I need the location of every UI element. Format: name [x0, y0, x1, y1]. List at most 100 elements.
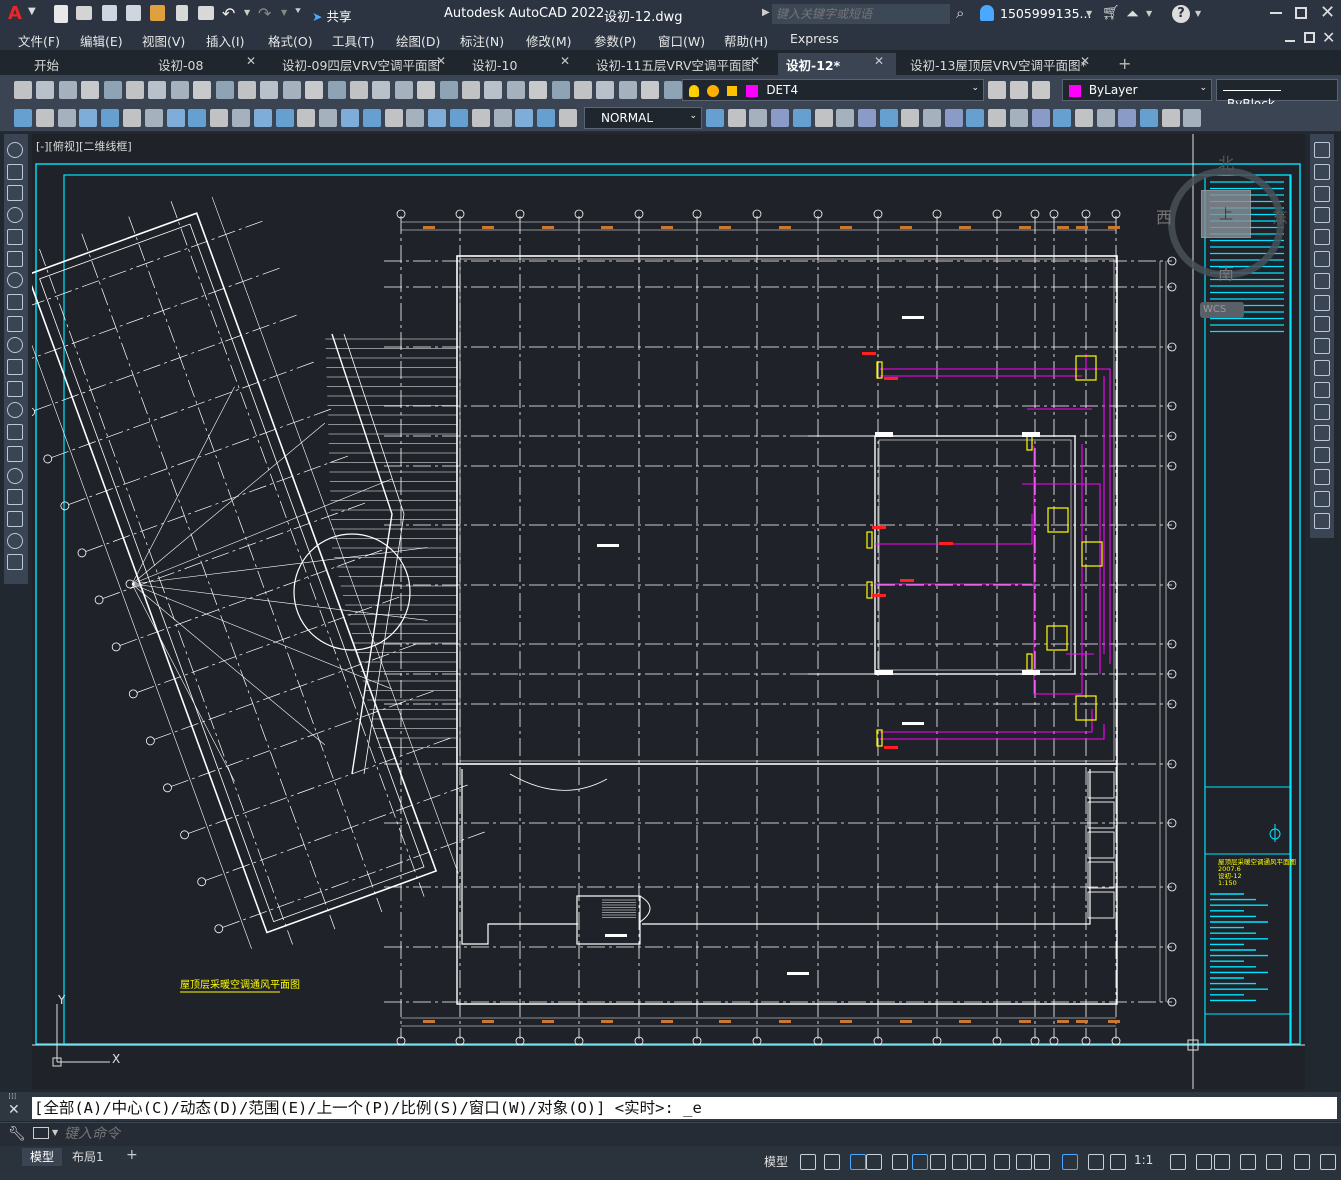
dim-tool-14-icon[interactable]: [319, 109, 338, 127]
undo-dropdown-icon[interactable]: ▼: [244, 8, 250, 17]
help-dropdown-icon[interactable]: ▼: [1195, 9, 1201, 18]
autocad-logo-icon[interactable]: A: [8, 4, 24, 24]
draw-tool-0-icon[interactable]: [7, 142, 23, 158]
draw-tool-7-icon[interactable]: [7, 293, 23, 310]
modify-side-tool-4-icon[interactable]: [1314, 229, 1330, 246]
close-tab-icon[interactable]: ✕: [246, 54, 256, 68]
modify-tool-9-icon[interactable]: [901, 109, 920, 127]
standard-tool-27-icon[interactable]: [618, 81, 637, 99]
modify-side-tool-2-icon[interactable]: [1314, 185, 1330, 202]
menu-item-9[interactable]: 参数(P): [594, 31, 636, 50]
modify-side-tool-12-icon[interactable]: [1314, 403, 1330, 420]
standard-tool-16-icon[interactable]: [372, 81, 391, 99]
layer-dropdown[interactable]: DET4 ⌄: [682, 79, 984, 101]
status-toggle-7-icon[interactable]: [952, 1154, 968, 1170]
modify-tool-19-icon[interactable]: [1118, 109, 1137, 127]
status-toggle-3-icon[interactable]: [866, 1154, 882, 1170]
new-file-icon[interactable]: [54, 5, 68, 23]
status-toggle-4-icon[interactable]: [892, 1154, 908, 1170]
modify-side-tool-9-icon[interactable]: [1314, 338, 1330, 355]
modify-tool-17-icon[interactable]: [1074, 109, 1093, 127]
customize-wrench-icon[interactable]: 🔧︎: [8, 1126, 26, 1142]
menu-item-2[interactable]: 视图(V): [142, 31, 185, 50]
status-toggle-5-icon[interactable]: [912, 1154, 928, 1170]
modify-side-tool-5-icon[interactable]: [1314, 251, 1330, 267]
status-toggle-0-icon[interactable]: [800, 1154, 816, 1170]
modify-side-tool-10-icon[interactable]: [1314, 360, 1330, 376]
standard-tool-12-icon[interactable]: [282, 81, 301, 99]
standard-tool-24-icon[interactable]: [551, 81, 570, 99]
model-space-button[interactable]: 模型: [764, 1153, 788, 1170]
standard-tool-15-icon[interactable]: [350, 81, 368, 99]
draw-tool-11-icon[interactable]: [7, 380, 23, 397]
modify-tool-18-icon[interactable]: [1096, 109, 1115, 127]
search-icon[interactable]: ⌕: [956, 4, 964, 22]
draw-tool-14-icon[interactable]: [7, 445, 23, 462]
autodesk-app-icon[interactable]: ⏶: [1126, 4, 1139, 24]
status-toggle-17-icon[interactable]: [1214, 1154, 1230, 1170]
search-expand-icon[interactable]: ▶: [762, 7, 770, 18]
dim-tool-2-icon[interactable]: [57, 109, 76, 127]
status-toggle-16-icon[interactable]: [1196, 1154, 1212, 1170]
command-prompt-icon[interactable]: [33, 1127, 49, 1139]
minimize-icon[interactable]: [1270, 12, 1282, 14]
modify-tool-3-icon[interactable]: [771, 109, 790, 127]
viewcube-top-face[interactable]: 上: [1201, 190, 1251, 238]
menu-item-3[interactable]: 插入(I): [206, 31, 244, 50]
draw-tool-19-icon[interactable]: [7, 554, 23, 571]
dim-tool-4-icon[interactable]: [101, 109, 120, 127]
draw-tool-1-icon[interactable]: [7, 163, 23, 180]
dim-tool-25-icon[interactable]: [559, 109, 577, 127]
dim-tool-20-icon[interactable]: [450, 109, 468, 127]
dim-tool-21-icon[interactable]: [471, 109, 490, 127]
viewcube-north[interactable]: 北: [1218, 150, 1234, 174]
dim-tool-18-icon[interactable]: [406, 109, 425, 127]
cad-drawing[interactable]: 屋顶层采暖空调通风平面图2007.6设初-121:150 Y X 屋顶层采暖空调…: [32, 134, 1305, 1089]
draw-tool-13-icon[interactable]: [7, 424, 23, 441]
dimstyle-dropdown[interactable]: NORMAL ⌄: [584, 107, 702, 129]
standard-tool-7-icon[interactable]: [170, 81, 189, 99]
status-toggle-1-icon[interactable]: [824, 1154, 840, 1170]
doc-minimize-icon[interactable]: [1285, 40, 1295, 42]
modify-tool-22-icon[interactable]: [1183, 109, 1202, 127]
menu-item-4[interactable]: 格式(O): [268, 31, 313, 50]
autodesk-app-dropdown-icon[interactable]: ▼: [1146, 9, 1152, 18]
dim-tool-22-icon[interactable]: [493, 109, 512, 127]
standard-tool-3-icon[interactable]: [81, 81, 100, 99]
user-icon[interactable]: [980, 5, 994, 21]
modify-side-tool-14-icon[interactable]: [1314, 447, 1330, 464]
layer-previous-icon[interactable]: [1010, 81, 1028, 99]
modify-side-tool-3-icon[interactable]: [1314, 207, 1330, 224]
status-toggle-8-icon[interactable]: [970, 1154, 986, 1170]
dim-tool-7-icon[interactable]: [166, 109, 185, 127]
standard-tool-19-icon[interactable]: [439, 81, 458, 99]
standard-tool-28-icon[interactable]: [641, 81, 660, 99]
dim-tool-0-icon[interactable]: [14, 109, 32, 127]
modify-side-tool-15-icon[interactable]: [1314, 469, 1330, 485]
status-toggle-2-icon[interactable]: [850, 1154, 866, 1170]
viewcube[interactable]: 上 北 南 西 东 WCS: [1156, 154, 1292, 350]
help-icon[interactable]: ?: [1172, 5, 1190, 23]
layout-tab-layout1[interactable]: 布局1: [72, 1148, 104, 1166]
cart-icon[interactable]: 🛒︎: [1102, 5, 1120, 21]
draw-tool-3-icon[interactable]: [7, 207, 23, 224]
modify-side-tool-0-icon[interactable]: [1314, 142, 1330, 158]
standard-tool-14-icon[interactable]: [327, 81, 346, 99]
file-tab-0[interactable]: 开始: [26, 53, 144, 75]
file-tab-2[interactable]: 设初-09四层VRV空调平面图: [274, 53, 458, 75]
draw-tool-2-icon[interactable]: [7, 185, 23, 202]
modify-tool-2-icon[interactable]: [749, 109, 768, 127]
standard-tool-29-icon[interactable]: [663, 81, 682, 99]
modify-side-tool-6-icon[interactable]: [1314, 272, 1330, 289]
dim-tool-10-icon[interactable]: [232, 109, 250, 127]
file-tab-4[interactable]: 设初-11五层VRV空调平面图: [588, 53, 772, 75]
modify-side-tool-8-icon[interactable]: [1314, 316, 1330, 333]
layer-match-icon[interactable]: [1032, 81, 1050, 99]
plot-icon[interactable]: [198, 6, 214, 20]
viewcube-west[interactable]: 西: [1156, 204, 1172, 228]
doc-close-icon[interactable]: ✕: [1322, 28, 1335, 47]
wcs-menu[interactable]: WCS: [1200, 302, 1244, 318]
modify-tool-13-icon[interactable]: [988, 109, 1007, 127]
make-current-layer-icon[interactable]: [988, 81, 1006, 99]
add-layout-button[interactable]: +: [126, 1147, 138, 1163]
